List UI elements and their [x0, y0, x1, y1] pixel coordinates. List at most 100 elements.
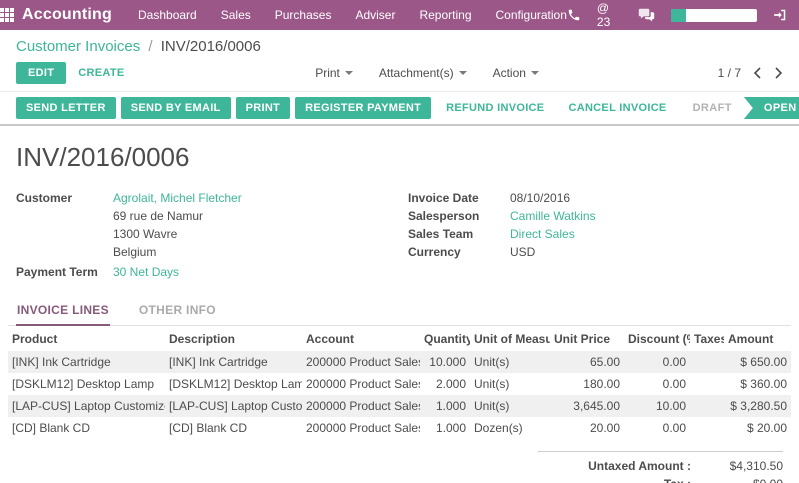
menu-item-dashboard[interactable]: Dashboard: [138, 8, 197, 22]
payment-term-link[interactable]: 30 Net Days: [113, 263, 179, 281]
sales-team-link[interactable]: Direct Sales: [510, 225, 575, 243]
cell-description: [DSKLM12] Desktop Lamp: [165, 373, 302, 395]
pager-next-button[interactable]: [774, 67, 783, 79]
state-draft: DRAFT: [681, 97, 744, 119]
cell-discount: 0.00: [624, 417, 690, 439]
cell-amount: $ 20.00: [724, 417, 791, 439]
edit-button[interactable]: EDIT: [16, 62, 66, 84]
invoice-lines-table: Product Description Account Quantity Uni…: [8, 326, 791, 439]
cell-unit-price: 65.00: [550, 351, 624, 373]
currency-label: Currency: [408, 243, 510, 261]
send-letter-button[interactable]: SEND LETTER: [16, 97, 116, 119]
invoice-line-row[interactable]: [CD] Blank CD [CD] Blank CD 200000 Produ…: [8, 417, 791, 439]
cell-unit-price: 20.00: [550, 417, 624, 439]
currency-value: USD: [510, 243, 535, 261]
print-dropdown[interactable]: Print: [315, 66, 353, 80]
action-dropdowns: Print Attachment(s) Action: [136, 66, 717, 80]
invoice-date-label: Invoice Date: [408, 189, 510, 207]
cell-quantity: 10.000: [420, 351, 470, 373]
col-taxes: Taxes: [690, 326, 724, 351]
attachments-dropdown[interactable]: Attachment(s): [379, 66, 467, 80]
cell-quantity: 2.000: [420, 373, 470, 395]
cell-amount: $ 3,280.50: [724, 395, 791, 417]
breadcrumb: Customer Invoices / INV/2016/0006: [0, 30, 799, 57]
col-description: Description: [165, 326, 302, 351]
table-header-row: Product Description Account Quantity Uni…: [8, 326, 791, 351]
cell-account: 200000 Product Sales: [302, 417, 420, 439]
cell-taxes: [690, 351, 724, 373]
cell-uom: Unit(s): [470, 351, 550, 373]
invoice-header-fields: Customer Agrolait, Michel Fletcher 69 ru…: [8, 189, 791, 281]
customer-label: Customer: [16, 189, 113, 261]
menu-item-configuration[interactable]: Configuration: [496, 8, 567, 22]
invoice-line-row[interactable]: [LAP-CUS] Laptop Customized [LAP-CUS] La…: [8, 395, 791, 417]
col-discount: Discount (%): [624, 326, 690, 351]
state-open-badge: OPEN: [744, 97, 799, 119]
pager-previous-button[interactable]: [753, 67, 762, 79]
menu-item-purchases[interactable]: Purchases: [275, 8, 332, 22]
create-button[interactable]: CREATE: [66, 62, 136, 84]
app-name[interactable]: Accounting: [22, 6, 112, 24]
col-account: Account: [302, 326, 420, 351]
invoice-line-row[interactable]: [INK] Ink Cartridge [INK] Ink Cartridge …: [8, 351, 791, 373]
breadcrumb-separator: /: [148, 38, 152, 55]
cell-description: [CD] Blank CD: [165, 417, 302, 439]
breadcrumb-customer-invoices[interactable]: Customer Invoices: [16, 38, 140, 55]
invoice-line-row[interactable]: [DSKLM12] Desktop Lamp [DSKLM12] Desktop…: [8, 373, 791, 395]
top-navbar: Accounting Dashboard Sales Purchases Adv…: [0, 0, 799, 30]
chevron-down-icon: [531, 71, 539, 75]
register-payment-button[interactable]: REGISTER PAYMENT: [295, 97, 431, 119]
apps-menu-button[interactable]: [0, 0, 14, 30]
print-button[interactable]: PRINT: [236, 97, 291, 119]
cell-discount: 0.00: [624, 373, 690, 395]
tab-other-info[interactable]: OTHER INFO: [138, 297, 217, 325]
menu-item-reporting[interactable]: Reporting: [419, 8, 471, 22]
tax-value: $0.00: [691, 477, 783, 483]
cell-product: [LAP-CUS] Laptop Customized: [8, 395, 165, 417]
customer-address-line: 1300 Wavre: [113, 225, 242, 243]
tax-label: Tax :: [538, 477, 691, 483]
tab-invoice-lines[interactable]: INVOICE LINES: [16, 297, 110, 326]
main-menu: Dashboard Sales Purchases Adviser Report…: [138, 8, 567, 22]
cell-quantity: 1.000: [420, 417, 470, 439]
send-by-email-button[interactable]: SEND BY EMAIL: [121, 97, 231, 119]
cell-amount: $ 650.00: [724, 351, 791, 373]
messages-icon[interactable]: [638, 8, 655, 22]
shortcuts-icon[interactable]: [773, 8, 787, 22]
planner-progress-fill: [671, 9, 686, 22]
refund-invoice-button[interactable]: REFUND INVOICE: [436, 97, 554, 119]
sales-team-label: Sales Team: [408, 225, 510, 243]
notebook-tabs: INVOICE LINES OTHER INFO: [8, 297, 791, 326]
menu-item-sales[interactable]: Sales: [221, 8, 251, 22]
cell-description: [INK] Ink Cartridge: [165, 351, 302, 373]
untaxed-amount-value: $4,310.50: [691, 459, 783, 473]
cancel-invoice-button[interactable]: CANCEL INVOICE: [558, 97, 676, 119]
col-unit-of-measure: Unit of Measure: [470, 326, 550, 351]
statusbar: SEND LETTER SEND BY EMAIL PRINT REGISTER…: [0, 91, 799, 126]
cell-uom: Unit(s): [470, 373, 550, 395]
mention-counter[interactable]: @ 23: [597, 1, 622, 29]
cell-product: [INK] Ink Cartridge: [8, 351, 165, 373]
cell-taxes: [690, 417, 724, 439]
action-dropdown[interactable]: Action: [493, 66, 539, 80]
status-pipeline: DRAFT OPEN PAID: [681, 97, 799, 119]
cell-discount: 0.00: [624, 351, 690, 373]
cell-quantity: 1.000: [420, 395, 470, 417]
payment-term-label: Payment Term: [16, 263, 113, 281]
untaxed-amount-label: Untaxed Amount :: [538, 459, 691, 473]
apps-grid-icon: [0, 8, 14, 22]
phone-icon[interactable]: [567, 8, 581, 22]
invoice-sheet: INV/2016/0006 Customer Agrolait, Michel …: [0, 126, 799, 483]
planner-progressbar[interactable]: [671, 9, 757, 22]
cell-unit-price: 3,645.00: [550, 395, 624, 417]
pager-counter: 1 / 7: [718, 66, 741, 80]
cell-amount: $ 360.00: [724, 373, 791, 395]
col-product: Product: [8, 326, 165, 351]
salesperson-link[interactable]: Camille Watkins: [510, 207, 596, 225]
cell-account: 200000 Product Sales: [302, 351, 420, 373]
customer-link[interactable]: Agrolait, Michel Fletcher: [113, 191, 242, 205]
cell-uom: Unit(s): [470, 395, 550, 417]
cell-taxes: [690, 373, 724, 395]
control-panel: EDIT CREATE Print Attachment(s) Action 1…: [0, 57, 799, 91]
menu-item-adviser[interactable]: Adviser: [355, 8, 395, 22]
